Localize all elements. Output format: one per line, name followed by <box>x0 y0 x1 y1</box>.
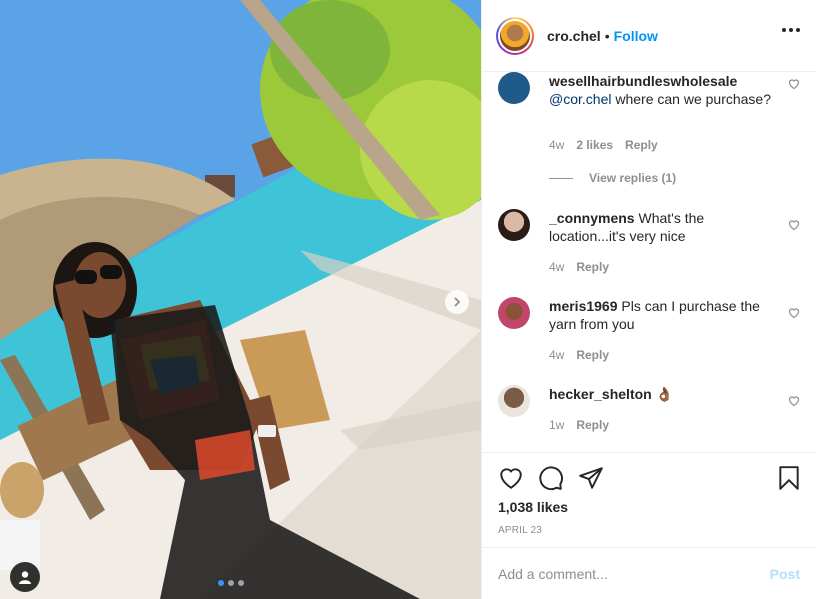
comment-like-heart-icon[interactable] <box>788 395 800 407</box>
separator-dot: • <box>604 27 610 44</box>
post-header: cro.chel • Follow <box>482 0 816 72</box>
comment-avatar[interactable] <box>498 209 530 241</box>
more-options-icon[interactable] <box>782 28 800 32</box>
comment-username[interactable]: meris1969 <box>549 298 618 314</box>
comment-username[interactable]: hecker_shelton <box>549 386 652 402</box>
bookmark-icon[interactable] <box>776 465 802 491</box>
comment-icon[interactable] <box>538 465 564 491</box>
view-replies-button[interactable]: View replies (1) <box>549 171 676 185</box>
action-bar <box>498 465 802 491</box>
next-photo-button[interactable] <box>445 290 469 314</box>
user-tag-button[interactable] <box>10 562 40 592</box>
chevron-right-icon <box>454 297 461 307</box>
comment-reply-button[interactable]: Reply <box>576 418 609 432</box>
comment-message: 👌🏾 <box>651 386 674 402</box>
like-count[interactable]: 1,038 likes <box>498 499 568 515</box>
view-replies-line <box>549 177 573 179</box>
carousel-dot <box>228 580 234 586</box>
carousel-dot-active <box>218 580 224 586</box>
comment-avatar[interactable] <box>498 72 530 104</box>
comment-like-heart-icon[interactable] <box>788 307 800 319</box>
comment-meta: 1w Reply <box>549 418 609 432</box>
comment-input[interactable] <box>498 565 770 582</box>
heart-icon[interactable] <box>498 465 524 491</box>
post-photo[interactable] <box>0 0 481 599</box>
comment-meta: 4w Reply <box>549 348 609 362</box>
post-comment-button[interactable]: Post <box>770 566 800 582</box>
comment-username[interactable]: wesellhairbundleswholesale <box>549 73 737 89</box>
comment-meta: 4w 2 likes Reply <box>549 138 658 152</box>
add-comment-bar: Post <box>482 547 816 599</box>
post-date: APRIL 23 <box>498 525 543 536</box>
comment-item: hecker_shelton 👌🏾 1w Reply <box>498 385 800 445</box>
comment-reply-button[interactable]: Reply <box>576 260 609 274</box>
post-details-panel: cro.chel • Follow wesellhairbundleswhole… <box>481 0 816 599</box>
comment-avatar[interactable] <box>498 297 530 329</box>
follow-button[interactable]: Follow <box>614 28 658 44</box>
comments-list: wesellhairbundleswholesale @cor.chel whe… <box>482 72 816 452</box>
comment-age: 4w <box>549 348 565 362</box>
comment-text: _connymens What's the location...it's ve… <box>549 209 772 245</box>
comment-item: _connymens What's the location...it's ve… <box>498 209 800 279</box>
user-tag-icon <box>19 571 31 584</box>
view-replies-label: View replies (1) <box>589 171 677 185</box>
comment-reply-button[interactable]: Reply <box>625 138 658 152</box>
comment-avatar[interactable] <box>498 385 530 417</box>
post-actions: 1,038 likes APRIL 23 <box>482 452 816 547</box>
comment-item: meris1969 Pls can I purchase the yarn fr… <box>498 297 800 367</box>
avatar <box>500 20 530 51</box>
comment-age: 4w <box>549 260 565 274</box>
comment-like-heart-icon[interactable] <box>788 78 800 90</box>
carousel-dot <box>238 580 244 586</box>
comment-mention[interactable]: @cor.chel <box>549 91 611 107</box>
beach-photo-image <box>0 0 481 599</box>
comment-username[interactable]: _connymens <box>549 210 635 226</box>
comment-text: hecker_shelton 👌🏾 <box>549 385 772 403</box>
comment-age: 4w <box>549 138 565 152</box>
comment-like-heart-icon[interactable] <box>788 219 800 231</box>
comment-text: wesellhairbundleswholesale @cor.chel whe… <box>549 72 772 108</box>
comment-like-count[interactable]: 2 likes <box>576 138 613 152</box>
comment-message: where can we purchase? <box>611 91 772 107</box>
comment-reply-button[interactable]: Reply <box>576 348 609 362</box>
comment-item: wesellhairbundleswholesale @cor.chel whe… <box>498 72 800 182</box>
comment-age: 1w <box>549 418 565 432</box>
carousel-indicator <box>218 580 244 586</box>
paper-plane-icon[interactable] <box>578 465 604 491</box>
comment-meta: 4w Reply <box>549 260 609 274</box>
post-author-username[interactable]: cro.chel <box>547 28 601 44</box>
story-ring[interactable] <box>496 16 534 55</box>
comment-text: meris1969 Pls can I purchase the yarn fr… <box>549 297 772 333</box>
